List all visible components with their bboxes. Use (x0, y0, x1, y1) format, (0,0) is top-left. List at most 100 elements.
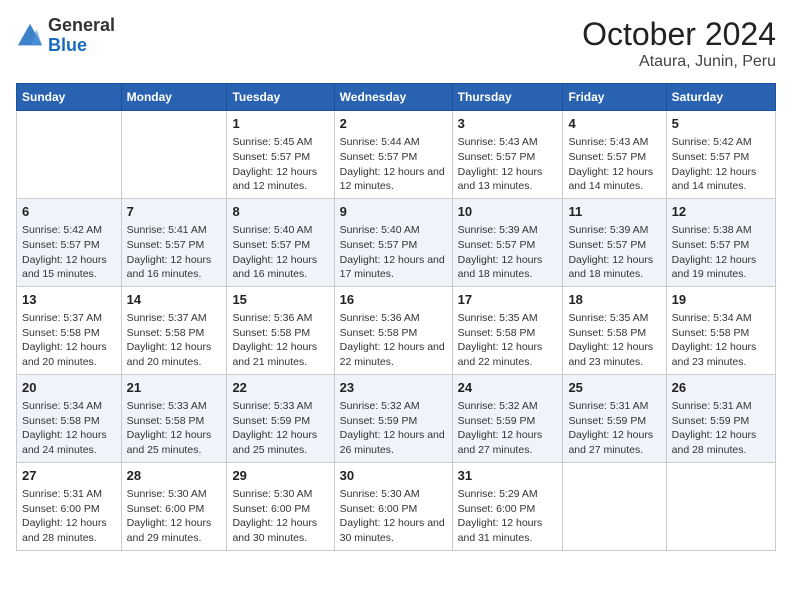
day-number: 17 (458, 291, 558, 309)
day-detail: Sunrise: 5:30 AM (340, 487, 447, 502)
day-detail: Daylight: 12 hours and 14 minutes. (568, 165, 660, 194)
day-detail: Sunrise: 5:32 AM (340, 399, 447, 414)
day-detail: Daylight: 12 hours and 13 minutes. (458, 165, 558, 194)
day-number: 12 (672, 203, 770, 221)
day-detail: Daylight: 12 hours and 26 minutes. (340, 428, 447, 457)
calendar-body: 1Sunrise: 5:45 AMSunset: 5:57 PMDaylight… (17, 111, 776, 551)
day-detail: Sunrise: 5:38 AM (672, 223, 770, 238)
day-detail: Sunrise: 5:41 AM (127, 223, 222, 238)
day-number: 13 (22, 291, 116, 309)
calendar-cell: 9Sunrise: 5:40 AMSunset: 5:57 PMDaylight… (334, 198, 452, 286)
calendar-cell: 22Sunrise: 5:33 AMSunset: 5:59 PMDayligh… (227, 374, 334, 462)
logo-blue: Blue (48, 35, 87, 55)
day-number: 15 (232, 291, 328, 309)
day-detail: Daylight: 12 hours and 17 minutes. (340, 253, 447, 282)
calendar-cell: 5Sunrise: 5:42 AMSunset: 5:57 PMDaylight… (666, 111, 775, 199)
day-detail: Sunrise: 5:42 AM (22, 223, 116, 238)
day-number: 2 (340, 115, 447, 133)
day-detail: Daylight: 12 hours and 16 minutes. (232, 253, 328, 282)
day-detail: Sunrise: 5:43 AM (458, 135, 558, 150)
day-number: 26 (672, 379, 770, 397)
day-detail: Sunrise: 5:31 AM (672, 399, 770, 414)
day-detail: Sunrise: 5:44 AM (340, 135, 447, 150)
day-detail: Sunset: 5:58 PM (232, 326, 328, 341)
logo: General Blue (16, 16, 115, 56)
day-detail: Sunset: 5:58 PM (458, 326, 558, 341)
day-detail: Sunrise: 5:45 AM (232, 135, 328, 150)
week-row-4: 20Sunrise: 5:34 AMSunset: 5:58 PMDayligh… (17, 374, 776, 462)
day-number: 25 (568, 379, 660, 397)
calendar-cell: 11Sunrise: 5:39 AMSunset: 5:57 PMDayligh… (563, 198, 666, 286)
calendar-cell: 28Sunrise: 5:30 AMSunset: 6:00 PMDayligh… (121, 462, 227, 550)
day-header-wednesday: Wednesday (334, 84, 452, 111)
day-detail: Daylight: 12 hours and 24 minutes. (22, 428, 116, 457)
day-detail: Daylight: 12 hours and 30 minutes. (340, 516, 447, 545)
day-number: 29 (232, 467, 328, 485)
day-detail: Sunset: 5:57 PM (340, 150, 447, 165)
calendar-cell: 16Sunrise: 5:36 AMSunset: 5:58 PMDayligh… (334, 286, 452, 374)
logo-text: General Blue (48, 16, 115, 56)
day-detail: Sunset: 5:58 PM (672, 326, 770, 341)
day-header-friday: Friday (563, 84, 666, 111)
day-number: 23 (340, 379, 447, 397)
calendar-cell: 21Sunrise: 5:33 AMSunset: 5:58 PMDayligh… (121, 374, 227, 462)
day-detail: Daylight: 12 hours and 16 minutes. (127, 253, 222, 282)
day-detail: Daylight: 12 hours and 31 minutes. (458, 516, 558, 545)
day-detail: Sunset: 5:57 PM (232, 238, 328, 253)
main-title: October 2024 (582, 16, 776, 53)
day-header-monday: Monday (121, 84, 227, 111)
calendar-header-row: SundayMondayTuesdayWednesdayThursdayFrid… (17, 84, 776, 111)
day-detail: Sunrise: 5:31 AM (568, 399, 660, 414)
day-detail: Daylight: 12 hours and 25 minutes. (127, 428, 222, 457)
day-detail: Sunset: 5:57 PM (568, 238, 660, 253)
day-detail: Sunrise: 5:40 AM (232, 223, 328, 238)
day-detail: Daylight: 12 hours and 29 minutes. (127, 516, 222, 545)
calendar-cell: 20Sunrise: 5:34 AMSunset: 5:58 PMDayligh… (17, 374, 122, 462)
calendar-cell (17, 111, 122, 199)
calendar-cell: 10Sunrise: 5:39 AMSunset: 5:57 PMDayligh… (452, 198, 563, 286)
day-detail: Sunrise: 5:30 AM (232, 487, 328, 502)
calendar-cell: 26Sunrise: 5:31 AMSunset: 5:59 PMDayligh… (666, 374, 775, 462)
day-detail: Sunset: 5:57 PM (22, 238, 116, 253)
day-detail: Sunrise: 5:35 AM (458, 311, 558, 326)
day-detail: Daylight: 12 hours and 28 minutes. (672, 428, 770, 457)
day-detail: Sunset: 6:00 PM (127, 502, 222, 517)
calendar-cell: 31Sunrise: 5:29 AMSunset: 6:00 PMDayligh… (452, 462, 563, 550)
calendar-cell: 6Sunrise: 5:42 AMSunset: 5:57 PMDaylight… (17, 198, 122, 286)
day-number: 7 (127, 203, 222, 221)
calendar-cell: 18Sunrise: 5:35 AMSunset: 5:58 PMDayligh… (563, 286, 666, 374)
day-number: 8 (232, 203, 328, 221)
day-detail: Sunset: 6:00 PM (22, 502, 116, 517)
calendar-cell: 25Sunrise: 5:31 AMSunset: 5:59 PMDayligh… (563, 374, 666, 462)
calendar-cell: 14Sunrise: 5:37 AMSunset: 5:58 PMDayligh… (121, 286, 227, 374)
calendar-cell (563, 462, 666, 550)
day-number: 11 (568, 203, 660, 221)
day-detail: Sunset: 5:57 PM (672, 150, 770, 165)
day-detail: Daylight: 12 hours and 20 minutes. (127, 340, 222, 369)
day-detail: Sunset: 5:58 PM (568, 326, 660, 341)
day-detail: Sunset: 5:57 PM (232, 150, 328, 165)
day-number: 24 (458, 379, 558, 397)
calendar-cell: 13Sunrise: 5:37 AMSunset: 5:58 PMDayligh… (17, 286, 122, 374)
day-detail: Sunset: 5:57 PM (458, 238, 558, 253)
day-header-tuesday: Tuesday (227, 84, 334, 111)
day-detail: Sunset: 5:59 PM (232, 414, 328, 429)
day-detail: Sunrise: 5:43 AM (568, 135, 660, 150)
calendar-cell: 12Sunrise: 5:38 AMSunset: 5:57 PMDayligh… (666, 198, 775, 286)
calendar-cell: 23 Sunrise: 5:32 AMSunset: 5:59 PMDayligh… (334, 374, 452, 462)
day-detail: Daylight: 12 hours and 19 minutes. (672, 253, 770, 282)
day-number: 10 (458, 203, 558, 221)
day-number: 21 (127, 379, 222, 397)
day-number: 9 (340, 203, 447, 221)
day-detail: Daylight: 12 hours and 20 minutes. (22, 340, 116, 369)
day-detail: Daylight: 12 hours and 18 minutes. (458, 253, 558, 282)
week-row-3: 13Sunrise: 5:37 AMSunset: 5:58 PMDayligh… (17, 286, 776, 374)
day-header-thursday: Thursday (452, 84, 563, 111)
day-detail: Sunset: 5:59 PM (340, 414, 447, 429)
day-detail: Sunrise: 5:30 AM (127, 487, 222, 502)
day-number: 1 (232, 115, 328, 133)
day-detail: Daylight: 12 hours and 12 minutes. (232, 165, 328, 194)
calendar-cell: 29Sunrise: 5:30 AMSunset: 6:00 PMDayligh… (227, 462, 334, 550)
day-detail: Daylight: 12 hours and 22 minutes. (340, 340, 447, 369)
day-detail: Sunrise: 5:42 AM (672, 135, 770, 150)
